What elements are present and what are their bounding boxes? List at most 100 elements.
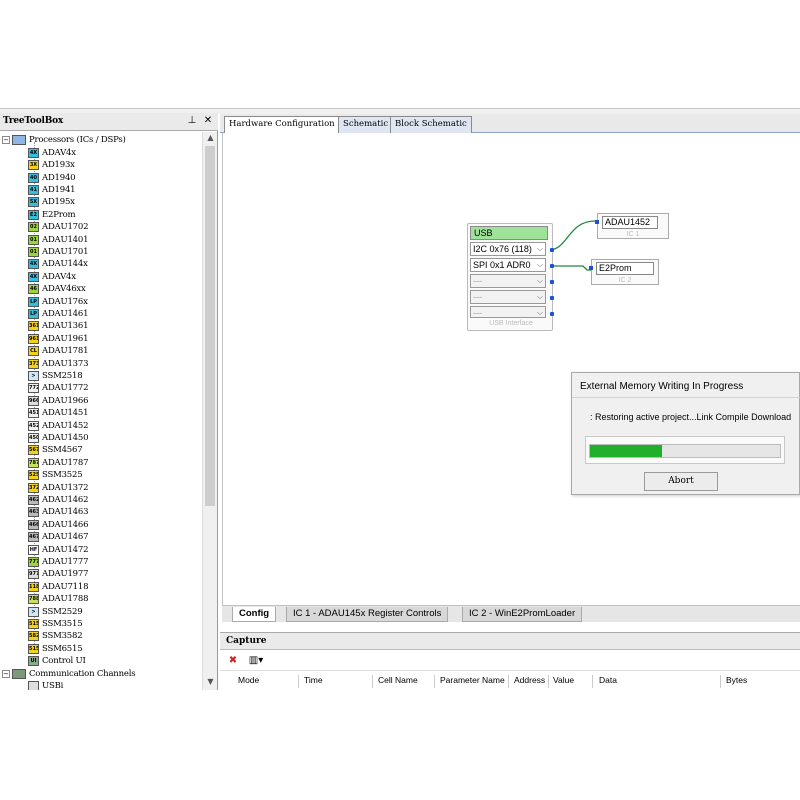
tree-item-label: ADAU176x <box>42 296 88 307</box>
tree-item[interactable]: CL ADAU1781 <box>28 345 88 357</box>
column-data[interactable]: Data <box>599 675 617 685</box>
usb-port-empty[interactable]: --- ⌵ <box>470 274 546 288</box>
column-time[interactable]: Time <box>304 675 323 685</box>
tree-item[interactable]: 788 ADAU1788 <box>28 593 88 605</box>
tree-item[interactable]: UI Control UI <box>28 655 86 667</box>
tree-item[interactable]: 02 ADAU1702 <box>28 221 88 233</box>
scrollbar-thumb[interactable] <box>205 146 215 506</box>
chevron-down-icon[interactable]: ⌵ <box>537 291 543 303</box>
tree-item[interactable]: 118 ADAU7118 <box>28 581 88 593</box>
tab-ic2-e2prom-loader[interactable]: IC 2 - WinE2PromLoader <box>462 607 583 622</box>
input-pin-icon[interactable] <box>589 266 593 270</box>
tab-ic1-register-controls[interactable]: IC 1 - ADAU145x Register Controls <box>286 607 449 622</box>
tab-block-schematic[interactable]: Block Schematic <box>390 116 472 133</box>
ic1-block[interactable]: ADAU1452 IC 1 <box>595 213 669 239</box>
tree-item[interactable]: HF ADAU1472 <box>28 543 88 555</box>
usb-interface-block[interactable]: USB I2C 0x76 (118) ⌵ SPI 0x1 ADR0 ⌵ --- ⌵ -… <box>467 223 554 331</box>
tree-item[interactable]: 525 SSM3525 <box>28 469 83 481</box>
tree-item[interactable]: 966 ADAU1966 <box>28 395 88 407</box>
chevron-down-icon[interactable]: ⌵ <box>537 307 543 317</box>
tree-item[interactable]: 5X AD195x <box>28 196 75 208</box>
usb-port-empty[interactable]: --- ⌵ <box>470 306 546 318</box>
chevron-down-icon[interactable]: ⌵ <box>537 259 543 271</box>
output-pin-icon[interactable] <box>550 312 554 316</box>
collapse-icon[interactable]: − <box>2 136 10 145</box>
close-icon[interactable]: ✕ <box>202 115 214 127</box>
tree-item-label: ADAV4x <box>42 147 76 158</box>
tree-item[interactable]: 452 ADAU1452 <box>28 419 88 431</box>
tree-node-processors[interactable]: − Processors (ICs / DSPs) <box>2 134 126 146</box>
tree-item[interactable]: 451 ADAU1451 <box>28 407 88 419</box>
usb-port-empty[interactable]: --- ⌵ <box>470 290 546 304</box>
tab-config[interactable]: Config <box>232 607 277 622</box>
tab-hardware-configuration[interactable]: Hardware Configuration <box>224 116 340 134</box>
chevron-down-icon[interactable]: ⌵ <box>537 243 543 255</box>
tree-item[interactable]: 40 AD1940 <box>28 171 76 183</box>
abort-button[interactable]: Abort <box>644 472 718 491</box>
capture-column-headers: Mode Time Cell Name Parameter Name Addre… <box>220 675 800 689</box>
tree-item[interactable]: 515 SSM3515 <box>28 618 83 630</box>
tree-node-communication-channels[interactable]: − Communication Channels <box>2 668 136 680</box>
column-parameter-name[interactable]: Parameter Name <box>440 675 505 685</box>
tree-item[interactable]: 787 ADAU1787 <box>28 457 88 469</box>
tree-item[interactable]: 462 ADAU1462 <box>28 494 88 506</box>
pin-icon[interactable]: ⊥ <box>186 115 198 127</box>
output-pin-icon[interactable] <box>550 264 554 268</box>
tree-item[interactable]: 01 ADAU1701 <box>28 246 88 258</box>
tree-item[interactable]: > SSM2529 <box>28 605 83 617</box>
tree-item[interactable]: 977 ADAU1977 <box>28 568 88 580</box>
ic2-block[interactable]: E2Prom IC 2 <box>589 259 659 285</box>
column-bytes[interactable]: Bytes <box>726 675 747 685</box>
tree-item[interactable]: E2 E2Prom <box>28 209 76 221</box>
input-pin-icon[interactable] <box>595 220 599 224</box>
tree-item[interactable]: 467 ADAU1467 <box>28 531 88 543</box>
tree-item-label: ADAU1777 <box>42 556 89 567</box>
tree-item[interactable]: 41 AD1941 <box>28 184 76 196</box>
output-pin-icon[interactable] <box>550 248 554 252</box>
scroll-up-icon[interactable]: ▲ <box>203 133 218 145</box>
tree-item[interactable]: 515 SSM6515 <box>28 643 83 655</box>
tree-item[interactable]: 772 ADAU1772 <box>28 382 88 394</box>
column-chooser-icon[interactable]: ▥▾ <box>246 654 266 668</box>
tree-item[interactable]: 4X ADAV4x <box>28 147 76 159</box>
column-divider <box>298 675 299 688</box>
collapse-icon[interactable]: − <box>2 670 10 679</box>
tree-item[interactable]: 450 ADAU1450 <box>28 432 88 444</box>
column-value[interactable]: Value <box>553 675 574 685</box>
tree-item[interactable]: 567 SSM4567 <box>28 444 83 456</box>
tree-item[interactable]: 4X ADAU144x <box>28 258 88 270</box>
tree-item[interactable]: 372 ADAU1372 <box>28 481 88 493</box>
tree-item[interactable]: 582 SSM3582 <box>28 630 83 642</box>
tree-item[interactable]: 777 ADAU1777 <box>28 556 88 568</box>
hardware-config-canvas[interactable]: USB I2C 0x76 (118) ⌵ SPI 0x1 ADR0 ⌵ --- ⌵ -… <box>222 133 800 605</box>
tree-item[interactable]: 961 ADAU1961 <box>28 333 88 345</box>
column-address[interactable]: Address <box>514 675 545 685</box>
tree-item[interactable]: LP ADAU176x <box>28 295 88 307</box>
column-mode[interactable]: Mode <box>238 675 259 685</box>
tree-item[interactable]: 46 ADAV46xx <box>28 283 86 295</box>
column-cell-name[interactable]: Cell Name <box>378 675 418 685</box>
scroll-down-icon[interactable]: ▼ <box>203 677 218 689</box>
tree-item-usbi[interactable]: USBi <box>28 680 63 690</box>
tree-item[interactable]: 361 ADAU1361 <box>28 320 88 332</box>
tree-item[interactable]: 4X ADAV4x <box>28 271 76 283</box>
tree-item[interactable]: 01 ADAU1401 <box>28 233 88 245</box>
capture-toolbar: ✖ ▥▾ <box>220 651 800 671</box>
chevron-down-icon[interactable]: ⌵ <box>537 275 543 287</box>
tree-scrollbar[interactable]: ▲ ▼ <box>202 132 217 690</box>
tree-item[interactable]: LP ADAU1461 <box>28 308 88 320</box>
usb-port-i2c[interactable]: I2C 0x76 (118) ⌵ <box>470 242 546 256</box>
clear-capture-icon[interactable]: ✖ <box>226 654 240 668</box>
tree-item[interactable]: 466 ADAU1466 <box>28 519 88 531</box>
output-pin-icon[interactable] <box>550 280 554 284</box>
tree-item[interactable]: 373 ADAU1373 <box>28 357 88 369</box>
processor-chip-icon: 01 <box>28 234 39 245</box>
output-pin-icon[interactable] <box>550 296 554 300</box>
tree-item[interactable]: 463 ADAU1463 <box>28 506 88 518</box>
tree-item-label: ADAU1701 <box>42 246 89 257</box>
tree-item[interactable]: 3X AD193x <box>28 159 75 171</box>
tree-item-label: ADAU1466 <box>42 519 89 530</box>
tree-item[interactable]: > SSM2518 <box>28 370 83 382</box>
usb-port-spi[interactable]: SPI 0x1 ADR0 ⌵ <box>470 258 546 272</box>
tab-schematic[interactable]: Schematic <box>338 116 394 133</box>
